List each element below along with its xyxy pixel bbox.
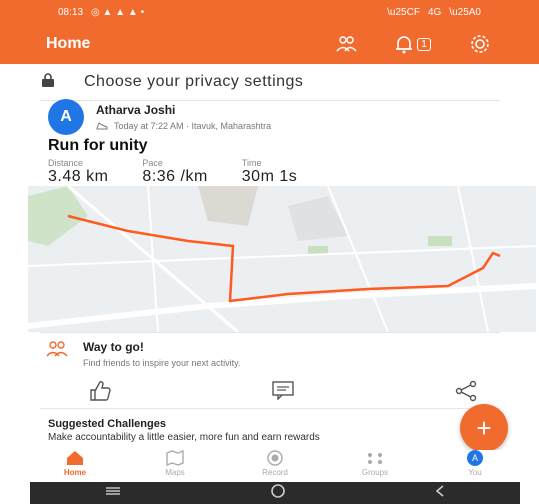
status-indicators: ◎ ▲ ▲ ▲ • <box>91 6 145 18</box>
way-to-go-title: Way to go! <box>83 340 144 354</box>
wifi-icon: \u25CF <box>387 6 420 18</box>
stat-pace: Pace 8:36 /km <box>142 158 208 185</box>
activity-stats: Distance 3.48 km Pace 8:36 /km Time 30m … <box>48 158 297 186</box>
stat-distance: Distance 3.48 km <box>48 158 109 185</box>
bell-icon <box>396 36 413 54</box>
add-activity-button[interactable]: + <box>460 404 508 452</box>
activity-meta: Today at 7:22 AM · Itavuk, Maharashtra <box>114 121 272 131</box>
nav-you[interactable]: A You <box>440 450 510 482</box>
divider <box>40 332 500 333</box>
status-bar: 08:13 ◎ ▲ ▲ ▲ • \u25CF 4G \u25A0 <box>0 0 539 24</box>
avatar[interactable]: A <box>48 99 84 135</box>
page-title: Home <box>46 35 91 52</box>
recent-apps-icon[interactable] <box>104 484 122 502</box>
athlete-name[interactable]: Atharva Joshi <box>96 103 271 117</box>
activity-title[interactable]: Run for unity <box>48 137 148 155</box>
gear-icon[interactable] <box>469 33 491 55</box>
nav-record[interactable]: Record <box>240 450 310 482</box>
profile-avatar-icon: A <box>467 450 483 466</box>
people-icon[interactable] <box>335 33 357 55</box>
status-time: 08:13 <box>58 6 84 18</box>
signal-text: 4G <box>427 6 442 18</box>
share-icon[interactable] <box>454 380 478 407</box>
suggested-challenges-title: Suggested Challenges <box>48 418 166 430</box>
privacy-settings-row[interactable]: Choose your privacy settings <box>40 64 500 100</box>
system-navigation-bar <box>30 482 520 504</box>
map-icon <box>166 450 184 466</box>
battery-icon: \u25A0 <box>449 6 481 18</box>
groups-icon <box>368 453 382 464</box>
comment-icon[interactable] <box>271 380 295 407</box>
activity-actions <box>88 380 478 407</box>
app-bar: Home 1 <box>0 24 539 64</box>
bottom-nav: Home Maps Record Groups A You <box>30 450 520 482</box>
thumbs-up-icon[interactable] <box>88 380 112 407</box>
home-circle-icon[interactable] <box>270 483 286 504</box>
divider <box>40 408 500 409</box>
record-icon <box>267 450 283 466</box>
way-to-go-row[interactable]: Way to go! Find friends to inspire your … <box>45 340 240 368</box>
privacy-text: Choose your privacy settings <box>84 73 304 90</box>
activity-header[interactable]: A Atharva Joshi Today at 7:22 AM · Itavu… <box>48 99 488 135</box>
back-icon[interactable] <box>434 484 446 503</box>
way-to-go-subtitle: Find friends to inspire your next activi… <box>83 358 241 368</box>
nav-groups[interactable]: Groups <box>340 450 410 482</box>
lock-icon <box>40 72 56 93</box>
notification-badge-icon: 1 <box>417 37 431 51</box>
notifications-button[interactable]: 1 <box>393 33 433 55</box>
home-icon <box>67 451 83 465</box>
shoe-icon <box>96 121 108 132</box>
nav-home[interactable]: Home <box>40 450 110 482</box>
nav-maps[interactable]: Maps <box>140 450 210 482</box>
stat-time: Time 30m 1s <box>241 158 298 185</box>
route-map[interactable] <box>28 186 536 332</box>
suggested-challenges-subtitle: Make accountability a little easier, mor… <box>48 432 320 443</box>
route-map-svg <box>28 186 536 332</box>
people-icon <box>45 340 69 363</box>
